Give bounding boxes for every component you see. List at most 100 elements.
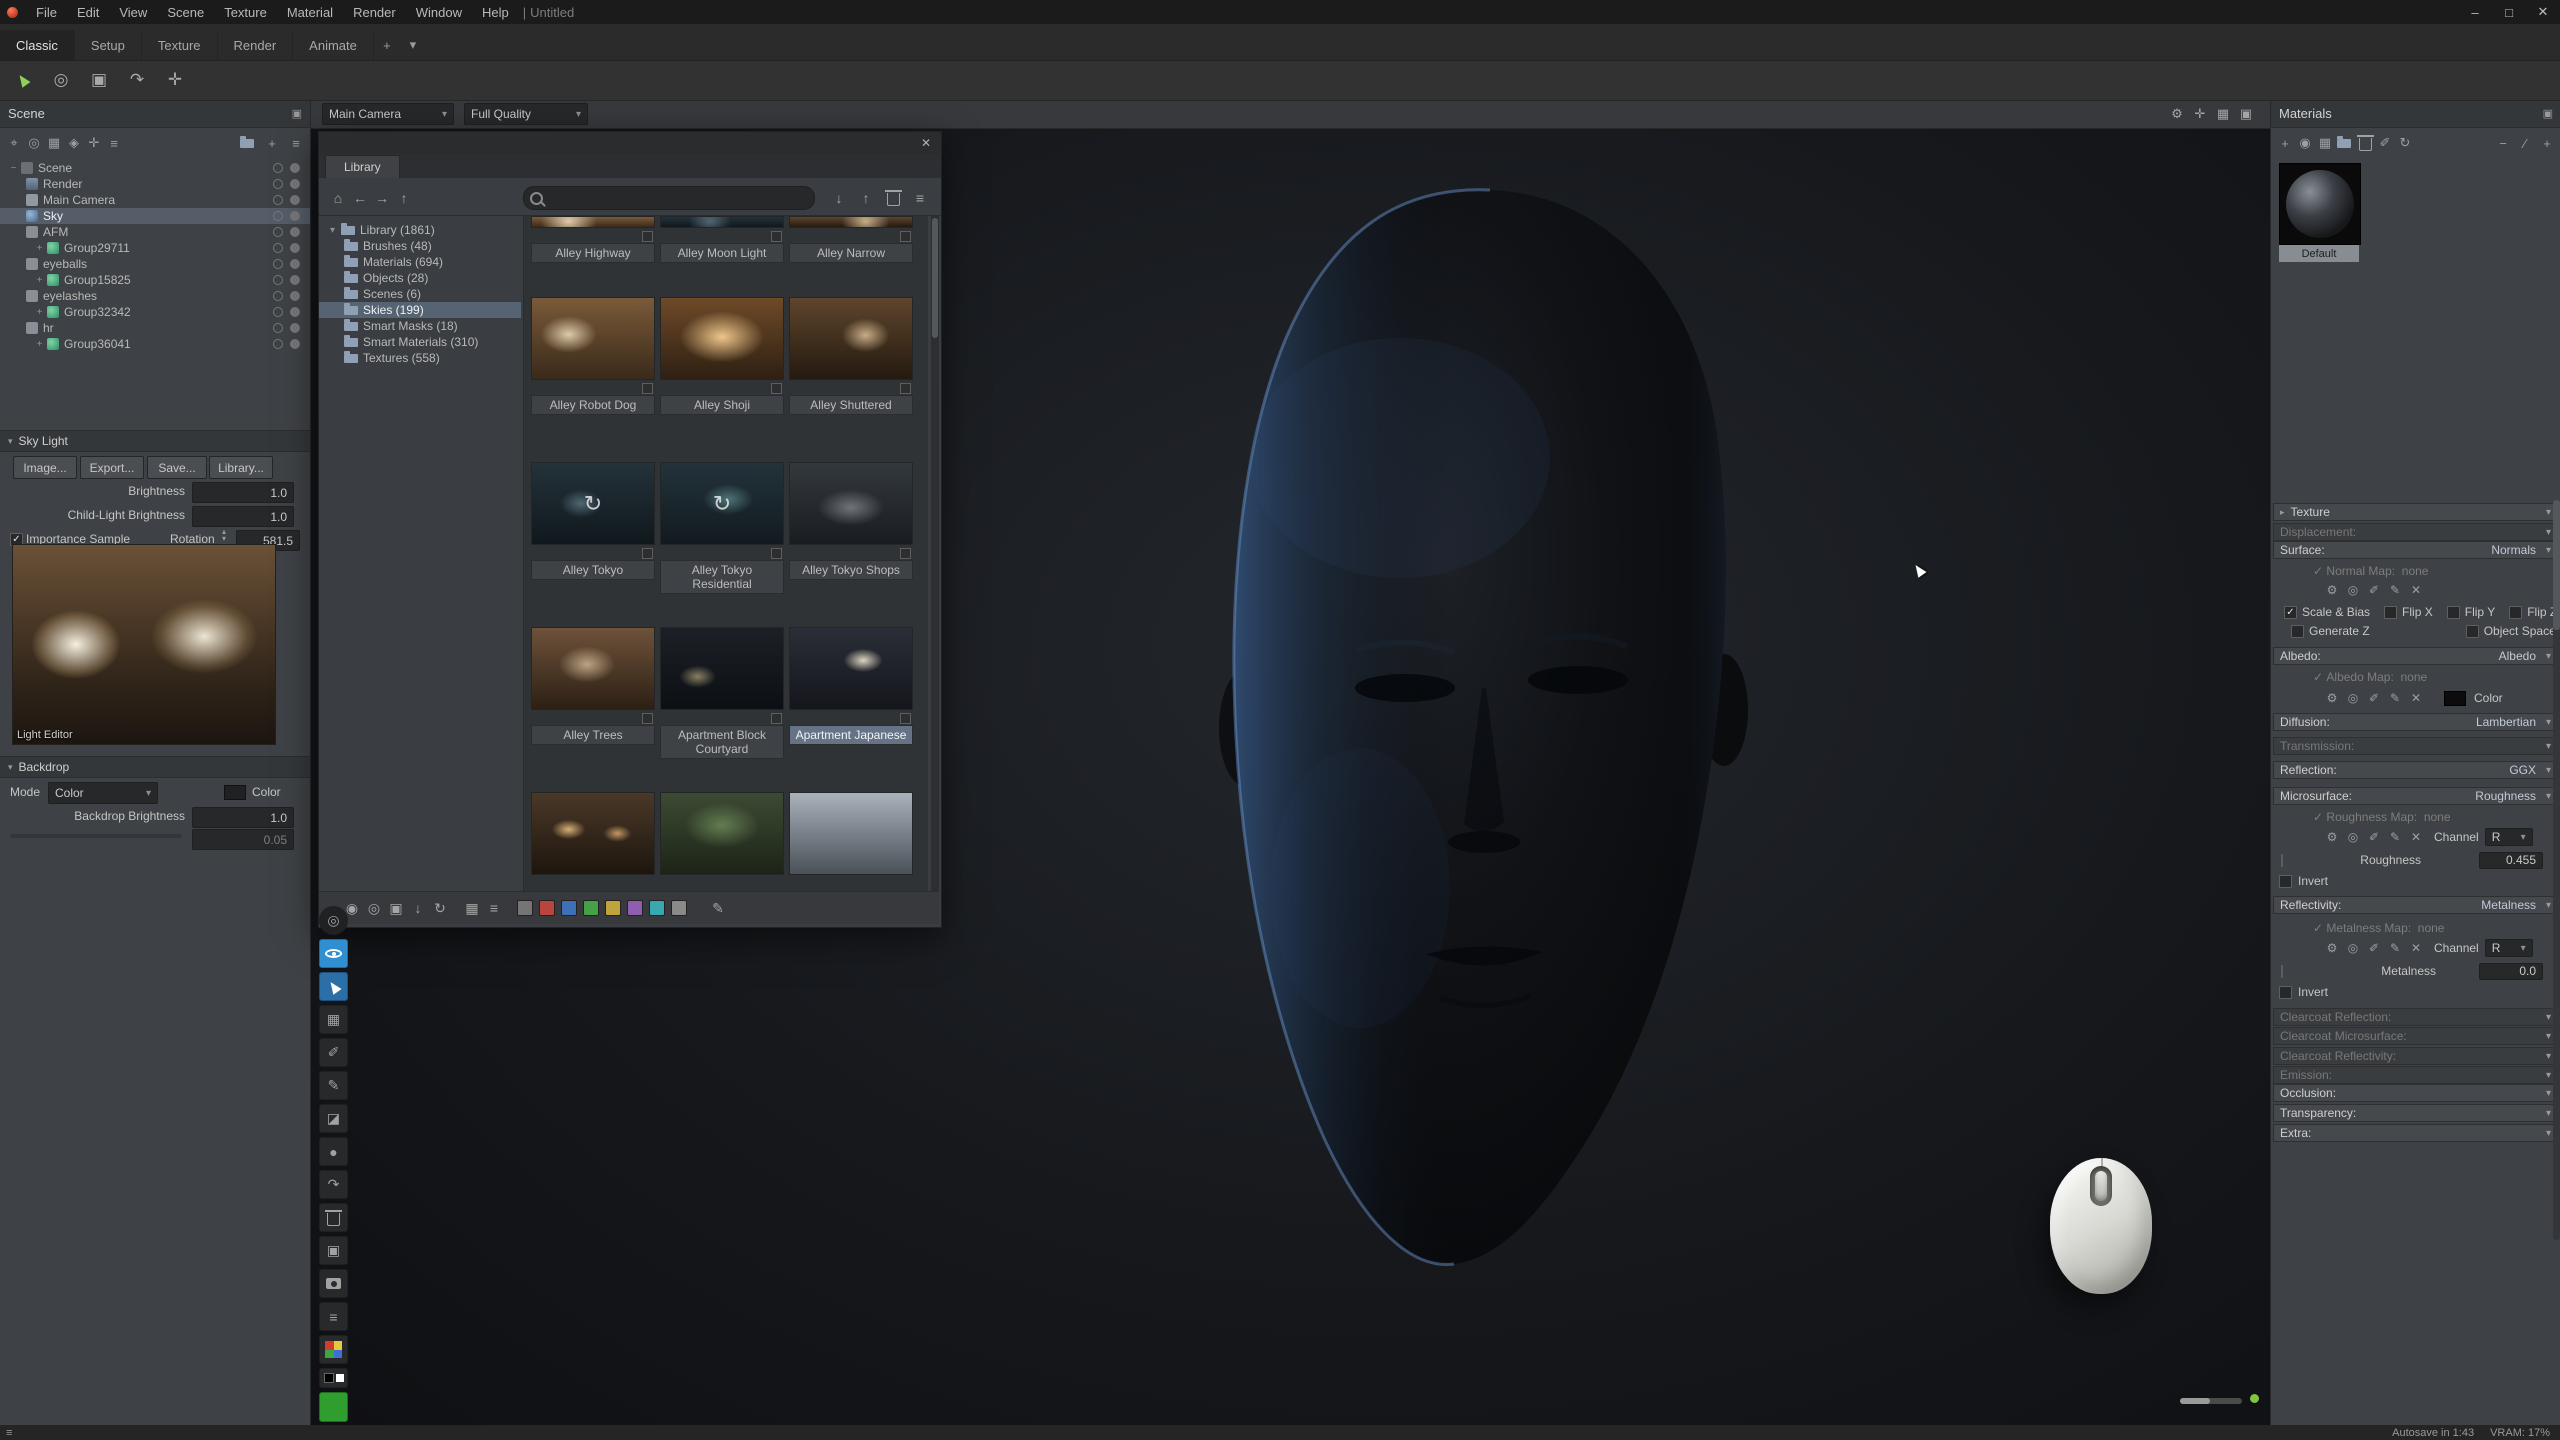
- camera-tool[interactable]: [319, 1269, 348, 1298]
- preview-mode-icon[interactable]: ◎: [363, 897, 385, 919]
- lock-icon[interactable]: [273, 227, 283, 237]
- extra-header[interactable]: Extra:: [2273, 1124, 2557, 1142]
- library-close-button[interactable]: ✕: [917, 136, 935, 150]
- tab-animate[interactable]: Animate: [293, 30, 374, 60]
- roughness-slider-row[interactable]: Roughness 0.455: [2271, 851, 2560, 869]
- refresh-preview-icon[interactable]: ↻: [2395, 133, 2415, 153]
- up-icon[interactable]: ↑: [393, 187, 415, 209]
- map-edit-icon[interactable]: ✎: [2386, 582, 2404, 598]
- visibility-icon[interactable]: [290, 307, 300, 317]
- refresh-icon[interactable]: ↻: [429, 897, 451, 919]
- visibility-icon[interactable]: [290, 275, 300, 285]
- tree-item-group15825[interactable]: + Group15825: [0, 272, 310, 288]
- checker-icon[interactable]: ▦: [2315, 133, 2335, 153]
- map-settings-icon[interactable]: ⚙: [2323, 582, 2341, 598]
- folder-scenes[interactable]: Scenes (6): [319, 286, 521, 302]
- palette-swatch[interactable]: [319, 1335, 348, 1364]
- paint-icon[interactable]: ✐: [2375, 133, 2395, 153]
- folder-skies[interactable]: Skies (199): [319, 302, 521, 318]
- lock-icon[interactable]: [273, 195, 283, 205]
- albedo-header[interactable]: Albedo: Albedo: [2273, 647, 2557, 665]
- menu-texture[interactable]: Texture: [214, 0, 277, 24]
- reflectivity-header[interactable]: Reflectivity: Metalness: [2273, 896, 2557, 914]
- flip-y-checkbox[interactable]: [2447, 606, 2460, 619]
- lock-icon[interactable]: [273, 323, 283, 333]
- menu-view[interactable]: View: [109, 0, 157, 24]
- map-inspect-icon[interactable]: ◎: [2344, 940, 2362, 956]
- asset-checkbox[interactable]: [642, 713, 653, 724]
- flip-z-checkbox[interactable]: [2509, 606, 2522, 619]
- asset-checkbox[interactable]: [900, 383, 911, 394]
- clearcoat-microsurface-header[interactable]: Clearcoat Microsurface:: [2273, 1027, 2557, 1045]
- delete-tool[interactable]: [319, 1203, 348, 1232]
- folder-smart-materials[interactable]: Smart Materials (310): [319, 334, 521, 350]
- material-name-label[interactable]: Default: [2279, 245, 2359, 262]
- microsurface-header[interactable]: Microsurface: Roughness: [2273, 787, 2557, 805]
- fill-roller-tool[interactable]: ▦: [319, 1005, 348, 1034]
- pivot-icon[interactable]: ◎: [24, 133, 44, 153]
- poly-select-tool[interactable]: ✛: [160, 65, 190, 95]
- mouse-3d-model[interactable]: [2050, 1158, 2152, 1294]
- asset-item[interactable]: Alley Shoji: [660, 297, 784, 415]
- transform-icon[interactable]: ✛: [84, 133, 104, 153]
- metalness-slider-row[interactable]: Metalness 0.0: [2271, 962, 2560, 980]
- quality-dropdown[interactable]: Full Quality: [464, 103, 588, 125]
- visibility-icon[interactable]: [290, 259, 300, 269]
- brightness-field[interactable]: 1.0: [192, 482, 294, 503]
- library-tab[interactable]: Library: [325, 155, 400, 178]
- expander-icon[interactable]: ▾: [327, 225, 338, 236]
- collapse-icon[interactable]: −: [8, 163, 19, 174]
- map-clear-icon[interactable]: ✕: [2407, 582, 2425, 598]
- lock-icon[interactable]: [273, 211, 283, 221]
- notes-tool[interactable]: ≡: [319, 1302, 348, 1331]
- shading-icon[interactable]: ◈: [64, 133, 84, 153]
- add-material-icon[interactable]: +: [2275, 133, 2295, 153]
- grid-view-icon[interactable]: ▦: [461, 897, 483, 919]
- tag-filter-icon[interactable]: ✎: [707, 897, 729, 919]
- active-color-swatch[interactable]: [319, 1392, 348, 1422]
- materials-scrollbar[interactable]: [2553, 500, 2560, 1240]
- grid-scrollbar[interactable]: [931, 216, 939, 892]
- tag-swatch-yellow[interactable]: [605, 900, 621, 916]
- materials-scrollbar-thumb[interactable]: [2553, 500, 2560, 630]
- metalness-map-row[interactable]: ✓ Metalness Map: none: [2271, 919, 2560, 937]
- grid-scrollbar-thumb[interactable]: [932, 218, 938, 338]
- map-clear-icon[interactable]: ✕: [2407, 940, 2425, 956]
- select-arrow-tool[interactable]: [8, 65, 38, 95]
- visibility-icon[interactable]: [290, 179, 300, 189]
- tab-render[interactable]: Render: [218, 30, 294, 60]
- visibility-tool[interactable]: [319, 939, 348, 968]
- tree-item-sky[interactable]: Sky: [0, 208, 310, 224]
- minimize-button[interactable]: –: [2458, 0, 2492, 24]
- visibility-icon[interactable]: [290, 195, 300, 205]
- visibility-icon[interactable]: [290, 211, 300, 221]
- viewport-layout-icon[interactable]: ▦: [2213, 104, 2233, 124]
- clearcoat-reflection-header[interactable]: Clearcoat Reflection:: [2273, 1008, 2557, 1026]
- curve-tool[interactable]: ↷: [319, 1170, 348, 1199]
- lock-icon[interactable]: [273, 259, 283, 269]
- folder-textures[interactable]: Textures (558): [319, 350, 521, 366]
- tag-swatch-green[interactable]: [583, 900, 599, 916]
- map-edit-icon[interactable]: ✎: [2386, 690, 2404, 706]
- sky-export-button[interactable]: Export...: [80, 456, 144, 479]
- visibility-icon[interactable]: [290, 339, 300, 349]
- add-tab-button[interactable]: +: [374, 30, 400, 60]
- tree-item-group36041[interactable]: + Group36041: [0, 336, 310, 352]
- map-clear-icon[interactable]: ✕: [2407, 690, 2425, 706]
- import-icon[interactable]: ↓: [828, 187, 850, 209]
- tag-swatch-red[interactable]: [539, 900, 555, 916]
- pencil-tool[interactable]: ✎: [319, 1071, 348, 1100]
- eraser-tool[interactable]: ◪: [319, 1104, 348, 1133]
- visibility-icon[interactable]: [290, 323, 300, 333]
- map-edit-icon[interactable]: ✎: [2386, 829, 2404, 845]
- normal-map-row[interactable]: ✓ Normal Map: none: [2271, 562, 2560, 580]
- popout-panel-icon[interactable]: ▣: [292, 107, 302, 120]
- back-icon[interactable]: ←: [349, 187, 371, 209]
- bw-swatch[interactable]: [319, 1368, 348, 1388]
- select-tool[interactable]: [319, 972, 348, 1001]
- texture-section-header[interactable]: ▸ Texture: [2273, 503, 2557, 521]
- displacement-header[interactable]: Displacement:: [2273, 523, 2557, 541]
- tree-item-eyelashes[interactable]: eyelashes: [0, 288, 310, 304]
- forward-icon[interactable]: →: [371, 187, 393, 209]
- occlusion-header[interactable]: Occlusion:: [2273, 1084, 2557, 1102]
